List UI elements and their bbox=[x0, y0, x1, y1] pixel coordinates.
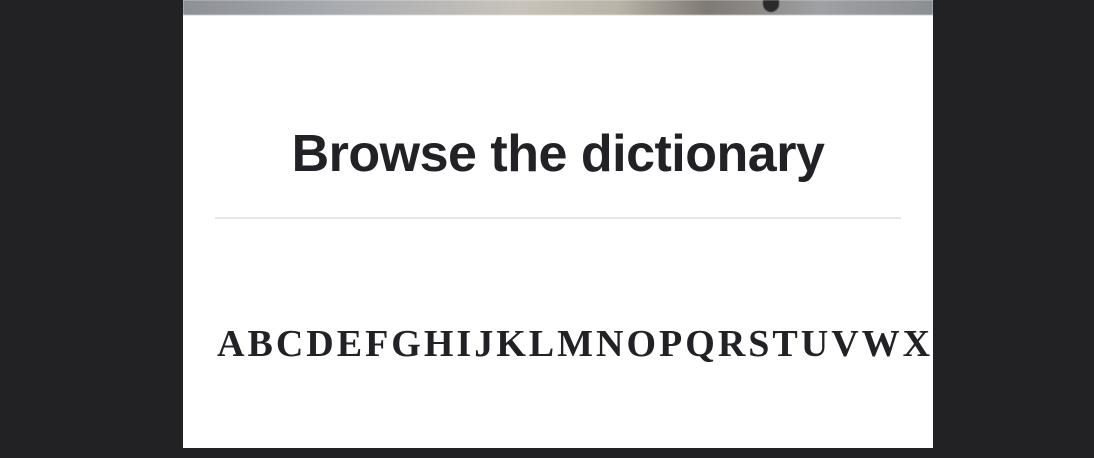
letter-link-f[interactable]: F bbox=[365, 320, 388, 368]
letter-link-l[interactable]: L bbox=[529, 320, 554, 368]
letter-link-d[interactable]: D bbox=[306, 320, 333, 368]
letter-link-t[interactable]: T bbox=[772, 320, 797, 368]
alphabet-nav: ABCDEFGHIJKLMNOPQRSTUVWXYZ bbox=[217, 320, 933, 368]
letter-link-s[interactable]: S bbox=[748, 320, 769, 368]
letter-link-c[interactable]: C bbox=[276, 320, 303, 368]
letter-link-v[interactable]: V bbox=[831, 320, 858, 368]
letter-link-x[interactable]: X bbox=[903, 320, 930, 368]
letter-link-q[interactable]: Q bbox=[685, 320, 715, 368]
letter-link-o[interactable]: O bbox=[626, 320, 656, 368]
letter-link-a[interactable]: A bbox=[217, 320, 244, 368]
letter-link-h[interactable]: H bbox=[424, 320, 454, 368]
letter-link-p[interactable]: P bbox=[659, 320, 682, 368]
letter-link-j[interactable]: J bbox=[474, 320, 493, 368]
letter-link-u[interactable]: U bbox=[801, 320, 828, 368]
letter-link-n[interactable]: N bbox=[596, 320, 623, 368]
page-backdrop: Browse the dictionary ABCDEFGHIJKLMNOPQR… bbox=[0, 0, 1094, 458]
hero-image bbox=[183, 0, 933, 15]
letter-link-k[interactable]: K bbox=[496, 320, 526, 368]
dictionary-panel: Browse the dictionary ABCDEFGHIJKLMNOPQR… bbox=[183, 0, 933, 448]
letter-link-g[interactable]: G bbox=[391, 320, 421, 368]
letter-link-b[interactable]: B bbox=[247, 320, 272, 368]
hero-image-detail bbox=[763, 0, 779, 12]
letter-link-i[interactable]: I bbox=[456, 320, 471, 368]
letter-link-e[interactable]: E bbox=[337, 320, 362, 368]
letter-link-m[interactable]: M bbox=[557, 320, 593, 368]
page-title: Browse the dictionary bbox=[291, 125, 825, 183]
letter-link-r[interactable]: R bbox=[718, 320, 745, 368]
letter-link-w[interactable]: W bbox=[862, 320, 900, 368]
divider bbox=[215, 217, 901, 219]
